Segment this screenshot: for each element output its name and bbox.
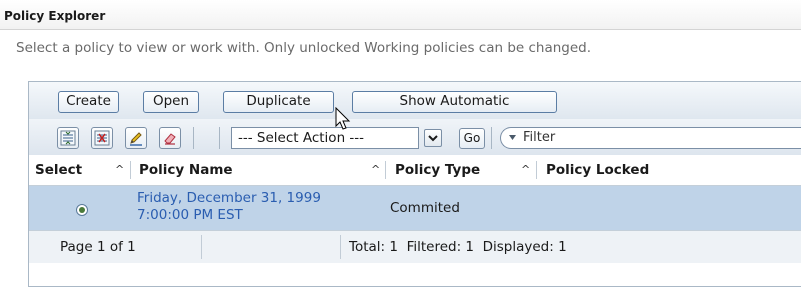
sort-caret-icon[interactable]: ^ bbox=[521, 155, 530, 185]
edit-pencil-icon[interactable] bbox=[125, 127, 147, 149]
select-action-dropdown[interactable]: --- Select Action --- bbox=[231, 127, 419, 149]
policy-type-cell: Commited bbox=[390, 200, 460, 216]
toolbar-separator bbox=[491, 127, 492, 149]
table-row[interactable]: Friday, December 31, 1999 7:00:00 PM EST… bbox=[29, 186, 801, 230]
column-divider bbox=[536, 161, 537, 179]
mouse-cursor-icon bbox=[335, 107, 351, 130]
column-header-policy-name[interactable]: Policy Name bbox=[139, 155, 233, 185]
sort-caret-icon[interactable]: ^ bbox=[115, 155, 124, 185]
show-automatic-button[interactable]: Show Automatic bbox=[352, 91, 557, 113]
filter-input[interactable]: Filter bbox=[500, 127, 801, 149]
filter-dropdown-icon[interactable] bbox=[508, 134, 517, 142]
duplicate-button[interactable]: Duplicate bbox=[223, 91, 334, 113]
footer-filtered: Filtered: 1 bbox=[406, 239, 475, 255]
eraser-icon[interactable] bbox=[159, 127, 181, 149]
table-footer: Page 1 of 1 Total: 1 Filtered: 1 Display… bbox=[29, 230, 801, 263]
policy-table-panel: Create Open Duplicate Show Automatic ---… bbox=[28, 81, 801, 287]
button-bar: Create Open Duplicate Show Automatic bbox=[29, 82, 801, 120]
table-header: Select ^ Policy Name ^ Policy Type ^ Pol… bbox=[29, 155, 801, 186]
footer-divider bbox=[201, 235, 202, 259]
window-title: Policy Explorer bbox=[4, 9, 106, 23]
policy-name-line1[interactable]: Friday, December 31, 1999 bbox=[137, 190, 321, 207]
footer-displayed: Displayed: 1 bbox=[482, 239, 567, 255]
open-button[interactable]: Open bbox=[143, 91, 199, 113]
page-description: Select a policy to view or work with. On… bbox=[16, 40, 592, 56]
column-divider bbox=[130, 161, 131, 179]
column-divider bbox=[385, 161, 386, 179]
row-select-radio[interactable] bbox=[76, 204, 88, 216]
footer-divider bbox=[340, 235, 341, 259]
column-header-policy-locked[interactable]: Policy Locked bbox=[546, 155, 649, 185]
select-all-icon[interactable] bbox=[57, 127, 79, 149]
page-indicator: Page 1 of 1 bbox=[60, 239, 136, 255]
footer-total: Total: 1 bbox=[349, 239, 398, 255]
title-bar: Policy Explorer bbox=[0, 0, 801, 30]
go-button[interactable]: Go bbox=[459, 128, 485, 149]
chevron-down-icon[interactable] bbox=[424, 129, 442, 147]
filter-value: Filter bbox=[523, 130, 556, 145]
table-toolbar: --- Select Action --- Go Filter bbox=[29, 119, 801, 156]
create-button[interactable]: Create bbox=[58, 91, 119, 113]
footer-stats: Total: 1 Filtered: 1 Displayed: 1 bbox=[349, 239, 567, 255]
sort-caret-icon[interactable]: ^ bbox=[371, 155, 380, 185]
deselect-all-icon[interactable] bbox=[91, 127, 113, 149]
policy-name-link[interactable]: Friday, December 31, 1999 7:00:00 PM EST bbox=[137, 190, 321, 224]
toolbar-separator bbox=[193, 127, 194, 149]
toolbar-separator bbox=[219, 127, 220, 149]
column-header-select[interactable]: Select bbox=[35, 155, 82, 185]
column-header-policy-type[interactable]: Policy Type bbox=[395, 155, 480, 185]
policy-name-line2[interactable]: 7:00:00 PM EST bbox=[137, 207, 321, 224]
